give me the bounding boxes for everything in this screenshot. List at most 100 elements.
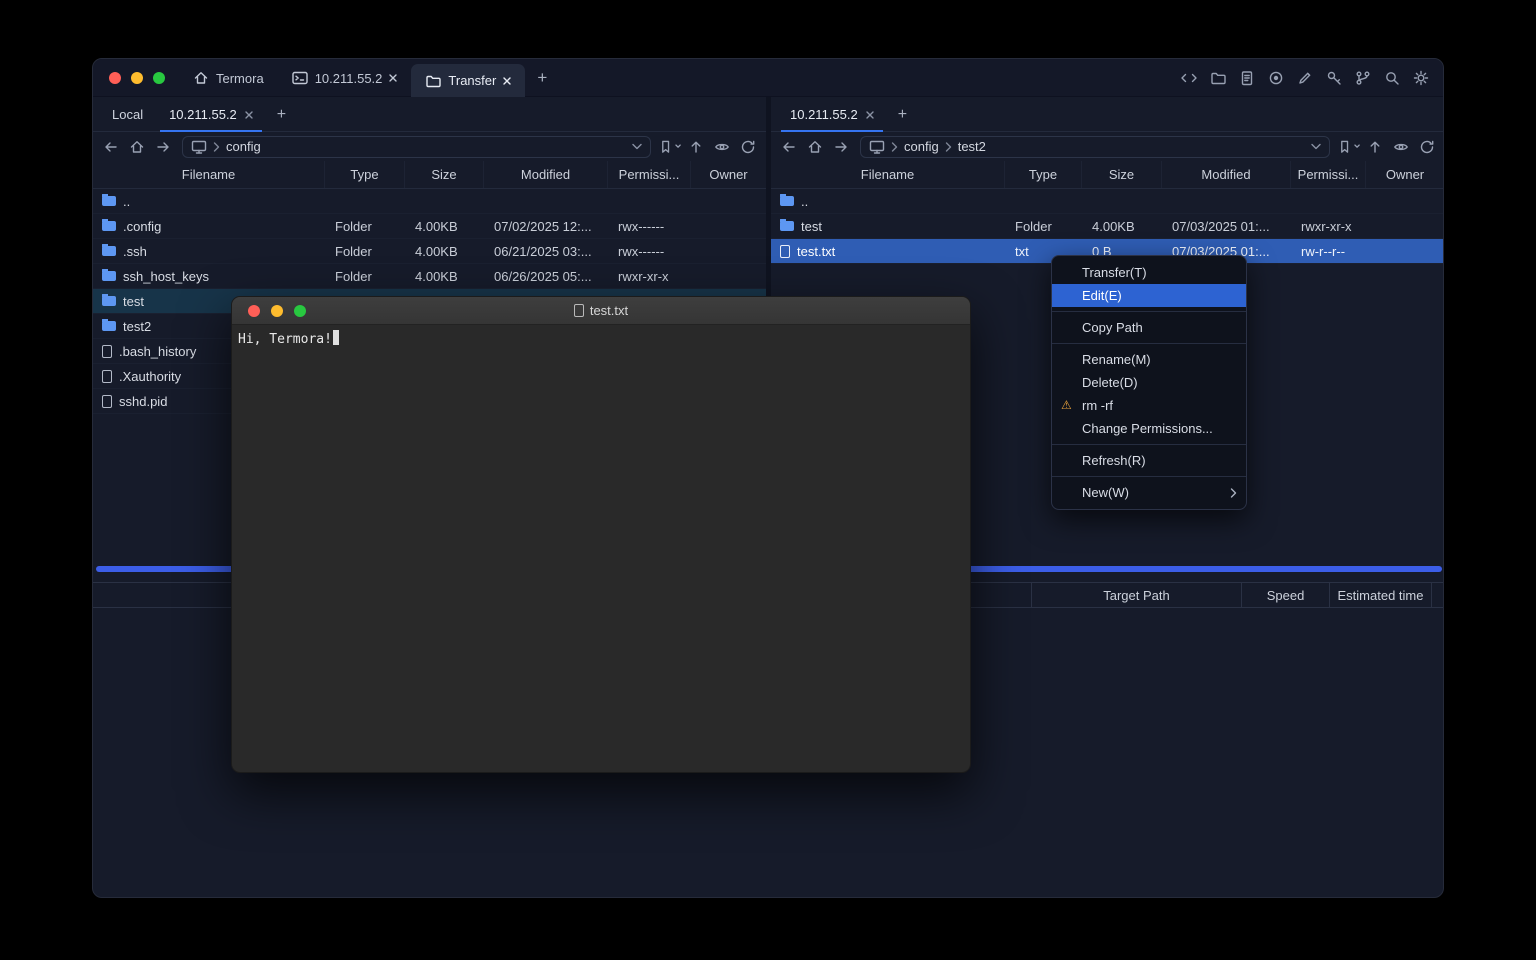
column-header-permissions[interactable]: Permissi... bbox=[1291, 161, 1366, 188]
close-window-button[interactable] bbox=[109, 72, 121, 84]
back-icon[interactable] bbox=[777, 136, 801, 158]
menu-item-rm-rf[interactable]: ⚠ rm -rf bbox=[1052, 394, 1246, 417]
text-cursor bbox=[333, 330, 339, 345]
parent-directory-icon[interactable] bbox=[684, 136, 708, 158]
file-name: test2 bbox=[123, 319, 151, 334]
search-icon[interactable] bbox=[1379, 66, 1404, 91]
minimize-window-button[interactable] bbox=[131, 72, 143, 84]
column-header-modified[interactable]: Modified bbox=[484, 161, 608, 188]
column-header-speed[interactable]: Speed bbox=[1241, 583, 1329, 607]
settings-gear-icon[interactable] bbox=[1408, 66, 1433, 91]
menu-item-delete[interactable]: Delete(D) bbox=[1052, 371, 1246, 394]
record-icon[interactable] bbox=[1263, 66, 1288, 91]
tab-transfer[interactable]: Transfer bbox=[411, 64, 525, 97]
path-segment[interactable]: config bbox=[904, 139, 939, 154]
column-header-owner[interactable]: Owner bbox=[1366, 161, 1444, 188]
forward-icon[interactable] bbox=[151, 136, 175, 158]
back-icon[interactable] bbox=[99, 136, 123, 158]
column-header-target-path[interactable]: Target Path bbox=[1031, 583, 1241, 607]
new-tab-button[interactable]: + bbox=[525, 59, 559, 97]
forward-icon[interactable] bbox=[829, 136, 853, 158]
path-field-left[interactable]: config bbox=[182, 136, 651, 158]
menu-item-rename[interactable]: Rename(M) bbox=[1052, 348, 1246, 371]
close-tab-icon[interactable] bbox=[245, 111, 253, 119]
close-window-button[interactable] bbox=[248, 305, 260, 317]
path-segment[interactable]: test2 bbox=[958, 139, 986, 154]
minimize-window-button[interactable] bbox=[271, 305, 283, 317]
column-header-type[interactable]: Type bbox=[325, 161, 405, 188]
column-header-filename[interactable]: Filename bbox=[93, 161, 325, 188]
column-header-owner[interactable]: Owner bbox=[691, 161, 766, 188]
tab-label: 10.211.55.2 bbox=[169, 107, 237, 122]
menu-item-change-permissions[interactable]: Change Permissions... bbox=[1052, 417, 1246, 440]
key-icon[interactable] bbox=[1321, 66, 1346, 91]
chevron-down-icon[interactable] bbox=[1311, 143, 1321, 150]
path-field-right[interactable]: config test2 bbox=[860, 136, 1330, 158]
editor-titlebar[interactable]: test.txt bbox=[232, 297, 970, 325]
column-header-modified[interactable]: Modified bbox=[1162, 161, 1291, 188]
refresh-icon[interactable] bbox=[1415, 136, 1439, 158]
parent-directory-icon[interactable] bbox=[1363, 136, 1387, 158]
file-name: sshd.pid bbox=[119, 394, 167, 409]
submenu-chevron-icon bbox=[1230, 488, 1237, 498]
home-icon[interactable] bbox=[125, 136, 149, 158]
column-header-type[interactable]: Type bbox=[1005, 161, 1082, 188]
file-modified: 07/02/2025 12:... bbox=[484, 219, 608, 234]
bookmark-icon[interactable] bbox=[1337, 136, 1361, 158]
home-icon[interactable] bbox=[803, 136, 827, 158]
column-header-permissions[interactable]: Permissi... bbox=[608, 161, 691, 188]
zoom-window-button[interactable] bbox=[153, 72, 165, 84]
table-row[interactable]: .config Folder 4.00KB 07/02/2025 12:... … bbox=[93, 214, 766, 239]
table-row[interactable]: test Folder 4.00KB 07/03/2025 01:... rwx… bbox=[771, 214, 1444, 239]
menu-item-new[interactable]: New(W) bbox=[1052, 481, 1246, 504]
column-header-size[interactable]: Size bbox=[405, 161, 484, 188]
column-header-filename[interactable]: Filename bbox=[771, 161, 1005, 188]
table-row[interactable]: .. bbox=[93, 189, 766, 214]
left-nav-bar: config bbox=[93, 132, 766, 161]
table-row[interactable]: .. bbox=[771, 189, 1444, 214]
code-icon[interactable] bbox=[1176, 66, 1201, 91]
folder-icon bbox=[102, 271, 116, 281]
show-hidden-eye-icon[interactable] bbox=[710, 136, 734, 158]
tab-terminal-session[interactable]: 10.211.55.2 bbox=[278, 59, 412, 97]
bookmark-icon[interactable] bbox=[658, 136, 682, 158]
folder-icon bbox=[102, 296, 116, 306]
tab-remote-right[interactable]: 10.211.55.2 bbox=[777, 97, 887, 132]
show-hidden-eye-icon[interactable] bbox=[1389, 136, 1413, 158]
report-icon[interactable] bbox=[1234, 66, 1259, 91]
chevron-down-icon[interactable] bbox=[632, 143, 642, 150]
path-segment[interactable]: config bbox=[226, 139, 261, 154]
tab-label: 10.211.55.2 bbox=[790, 107, 858, 122]
close-tab-icon[interactable] bbox=[503, 77, 511, 85]
menu-separator bbox=[1052, 476, 1246, 477]
editor-title: test.txt bbox=[590, 303, 628, 318]
new-panel-tab-button[interactable]: + bbox=[266, 97, 297, 132]
column-header-size[interactable]: Size bbox=[1082, 161, 1162, 188]
close-tab-icon[interactable] bbox=[866, 111, 874, 119]
zoom-window-button[interactable] bbox=[294, 305, 306, 317]
tab-termora[interactable]: Termora bbox=[179, 59, 278, 97]
file-size: 4.00KB bbox=[405, 269, 484, 284]
new-panel-tab-button[interactable]: + bbox=[887, 97, 918, 132]
refresh-icon[interactable] bbox=[736, 136, 760, 158]
branch-icon[interactable] bbox=[1350, 66, 1375, 91]
chevron-right-icon bbox=[945, 142, 952, 152]
table-row[interactable]: .ssh Folder 4.00KB 06/21/2025 03:... rwx… bbox=[93, 239, 766, 264]
close-tab-icon[interactable] bbox=[389, 74, 397, 82]
menu-item-transfer[interactable]: Transfer(T) bbox=[1052, 261, 1246, 284]
folder-icon[interactable] bbox=[1205, 66, 1230, 91]
tab-remote-left[interactable]: 10.211.55.2 bbox=[156, 97, 266, 132]
terminal-icon bbox=[292, 70, 308, 86]
editor-content[interactable]: Hi, Termora! bbox=[232, 325, 970, 352]
file-modified: 06/21/2025 03:... bbox=[484, 244, 608, 259]
file-icon bbox=[102, 370, 112, 383]
menu-item-refresh[interactable]: Refresh(R) bbox=[1052, 449, 1246, 472]
column-header-estimated-time[interactable]: Estimated time bbox=[1329, 583, 1431, 607]
tab-local[interactable]: Local bbox=[99, 97, 156, 132]
menu-item-edit[interactable]: Edit(E) bbox=[1052, 284, 1246, 307]
file-type: Folder bbox=[325, 244, 405, 259]
folder-icon bbox=[102, 196, 116, 206]
edit-icon[interactable] bbox=[1292, 66, 1317, 91]
menu-item-copy-path[interactable]: Copy Path bbox=[1052, 316, 1246, 339]
table-row[interactable]: ssh_host_keys Folder 4.00KB 06/26/2025 0… bbox=[93, 264, 766, 289]
